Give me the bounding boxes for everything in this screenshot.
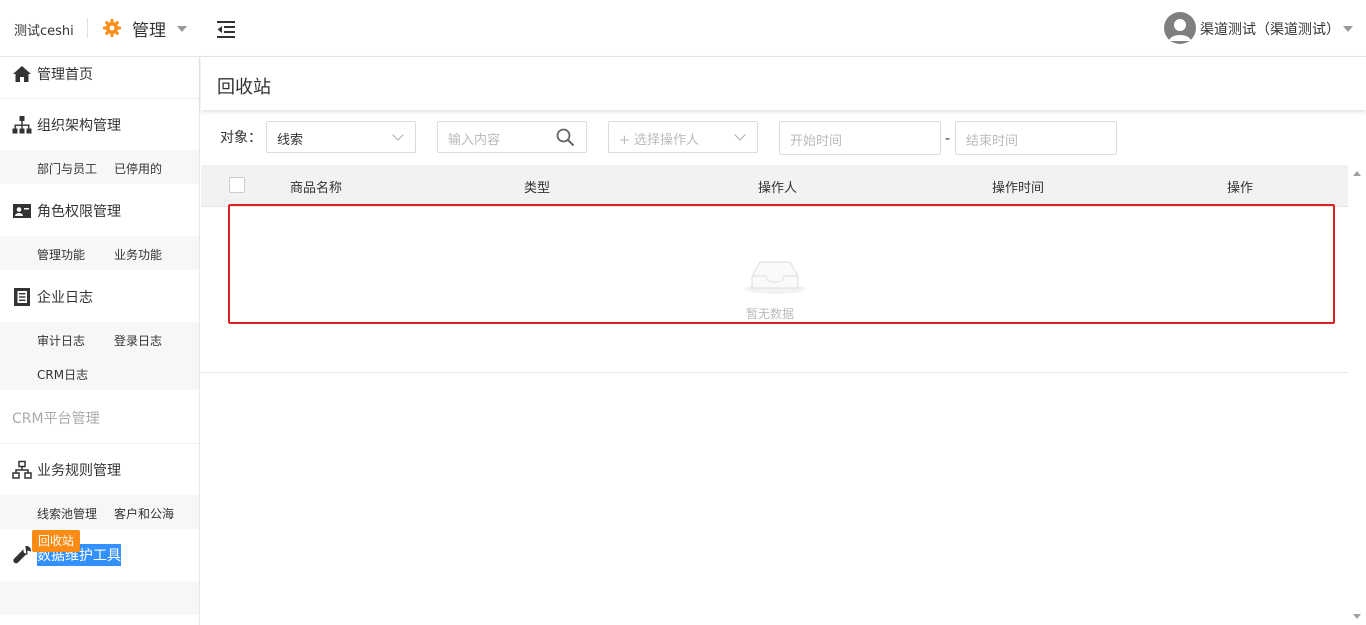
scroll-down-icon[interactable] — [1353, 614, 1361, 619]
sidebar-item-roles[interactable]: 角色权限管理 — [0, 198, 199, 224]
sidebar-item-label: 组织架构管理 — [37, 118, 121, 134]
home-icon — [13, 66, 31, 82]
user-name[interactable]: 渠道测试（渠道测试） — [1200, 19, 1340, 39]
chevron-down-icon — [392, 129, 404, 141]
sidebar-item-label: 企业日志 — [37, 290, 93, 306]
operator-select[interactable]: + 选择操作人 — [608, 121, 758, 153]
column-header-name[interactable]: 商品名称 — [290, 177, 342, 196]
org-chart-icon — [12, 116, 32, 134]
sidebar-item-logs[interactable]: 企业日志 — [0, 284, 199, 310]
header-divider — [87, 18, 88, 38]
sidebar-subitem-crm-log[interactable]: CRM日志 — [37, 366, 88, 383]
sidebar-subitem-lead-pool[interactable]: 线索池管理 — [37, 505, 97, 522]
page-title: 回收站 — [217, 77, 271, 98]
user-icon — [1169, 19, 1191, 41]
sidebar-subitem-recycle-bin[interactable]: 回收站 — [32, 530, 81, 552]
log-book-icon — [14, 288, 30, 306]
sidebar-item-org[interactable]: 组织架构管理 — [0, 112, 199, 138]
sidebar-subitem-admin-functions[interactable]: 管理功能 — [37, 246, 85, 263]
sidebar-item-label: 管理首页 — [37, 67, 93, 83]
search-icon[interactable] — [556, 128, 575, 147]
table-header: 商品名称 类型 操作人 操作时间 操作 — [201, 165, 1348, 207]
object-select[interactable]: 线索 — [266, 121, 416, 153]
date-separator: - — [945, 131, 951, 147]
scrollbar[interactable] — [1348, 165, 1366, 625]
org-submenu: 部门与员工 已停用的 — [0, 150, 199, 184]
sidebar-item-label: 业务规则管理 — [37, 463, 121, 479]
company-name[interactable]: 测试ceshi — [14, 20, 74, 39]
column-header-time[interactable]: 操作时间 — [992, 177, 1044, 196]
sidebar-item-biz-rules[interactable]: 业务规则管理 — [0, 457, 199, 483]
data-tools-submenu — [0, 581, 199, 615]
sidebar-item-label: 角色权限管理 — [37, 204, 121, 220]
divider — [0, 443, 199, 444]
app-switcher[interactable]: 管理 — [132, 16, 166, 41]
scroll-up-icon[interactable] — [1353, 171, 1361, 176]
sidebar-subitem-disabled[interactable]: 已停用的 — [114, 160, 162, 177]
collapse-menu-icon[interactable] — [216, 20, 236, 38]
sidebar-subitem-departments[interactable]: 部门与员工 — [37, 160, 97, 177]
roles-submenu: 管理功能 业务功能 — [0, 236, 199, 270]
column-header-type[interactable]: 类型 — [524, 177, 550, 196]
search-input[interactable]: 输入内容 — [437, 121, 587, 153]
wrench-icon — [13, 545, 32, 564]
operator-placeholder: + 选择操作人 — [619, 133, 700, 148]
select-all-checkbox[interactable] — [229, 177, 245, 193]
chevron-down-icon[interactable] — [1343, 26, 1353, 32]
sidebar-subitem-customers[interactable]: 客户和公海 — [114, 505, 174, 522]
search-placeholder: 输入内容 — [448, 133, 501, 148]
sidebar-item-crm-platform[interactable]: CRM平台管理 — [12, 408, 100, 428]
sidebar-item-data-tools[interactable]: 数据维护工具 — [0, 542, 199, 568]
top-bar: 测试ceshi 管理 渠道测试（渠道测试） — [0, 0, 1366, 57]
chevron-down-icon[interactable] — [177, 26, 187, 32]
page-header: 回收站 — [201, 57, 1366, 110]
biz-rules-submenu: 线索池管理 客户和公海 — [0, 495, 199, 529]
column-header-operator[interactable]: 操作人 — [758, 177, 797, 196]
end-time-placeholder: 结束时间 — [966, 134, 1019, 149]
sidebar-subitem-audit-log[interactable]: 审计日志 — [37, 332, 85, 349]
sidebar-subitem-business-functions[interactable]: 业务功能 — [114, 246, 162, 263]
highlight-box — [228, 204, 1335, 324]
start-time-input[interactable]: 开始时间 — [779, 121, 941, 155]
object-label: 对象： — [220, 130, 262, 146]
logs-submenu: 审计日志 登录日志 CRM日志 — [0, 322, 199, 390]
hierarchy-icon — [12, 460, 32, 479]
object-select-value: 线索 — [277, 133, 304, 148]
divider — [0, 98, 199, 99]
column-header-actions[interactable]: 操作 — [1227, 177, 1253, 196]
id-card-icon — [13, 204, 31, 218]
sidebar-item-home[interactable]: 管理首页 — [0, 61, 199, 87]
sidebar-subitem-login-log[interactable]: 登录日志 — [114, 332, 162, 349]
chevron-down-icon — [734, 129, 746, 141]
start-time-placeholder: 开始时间 — [790, 134, 843, 149]
gear-icon — [103, 19, 121, 37]
end-time-input[interactable]: 结束时间 — [955, 121, 1117, 155]
avatar[interactable] — [1164, 12, 1196, 44]
